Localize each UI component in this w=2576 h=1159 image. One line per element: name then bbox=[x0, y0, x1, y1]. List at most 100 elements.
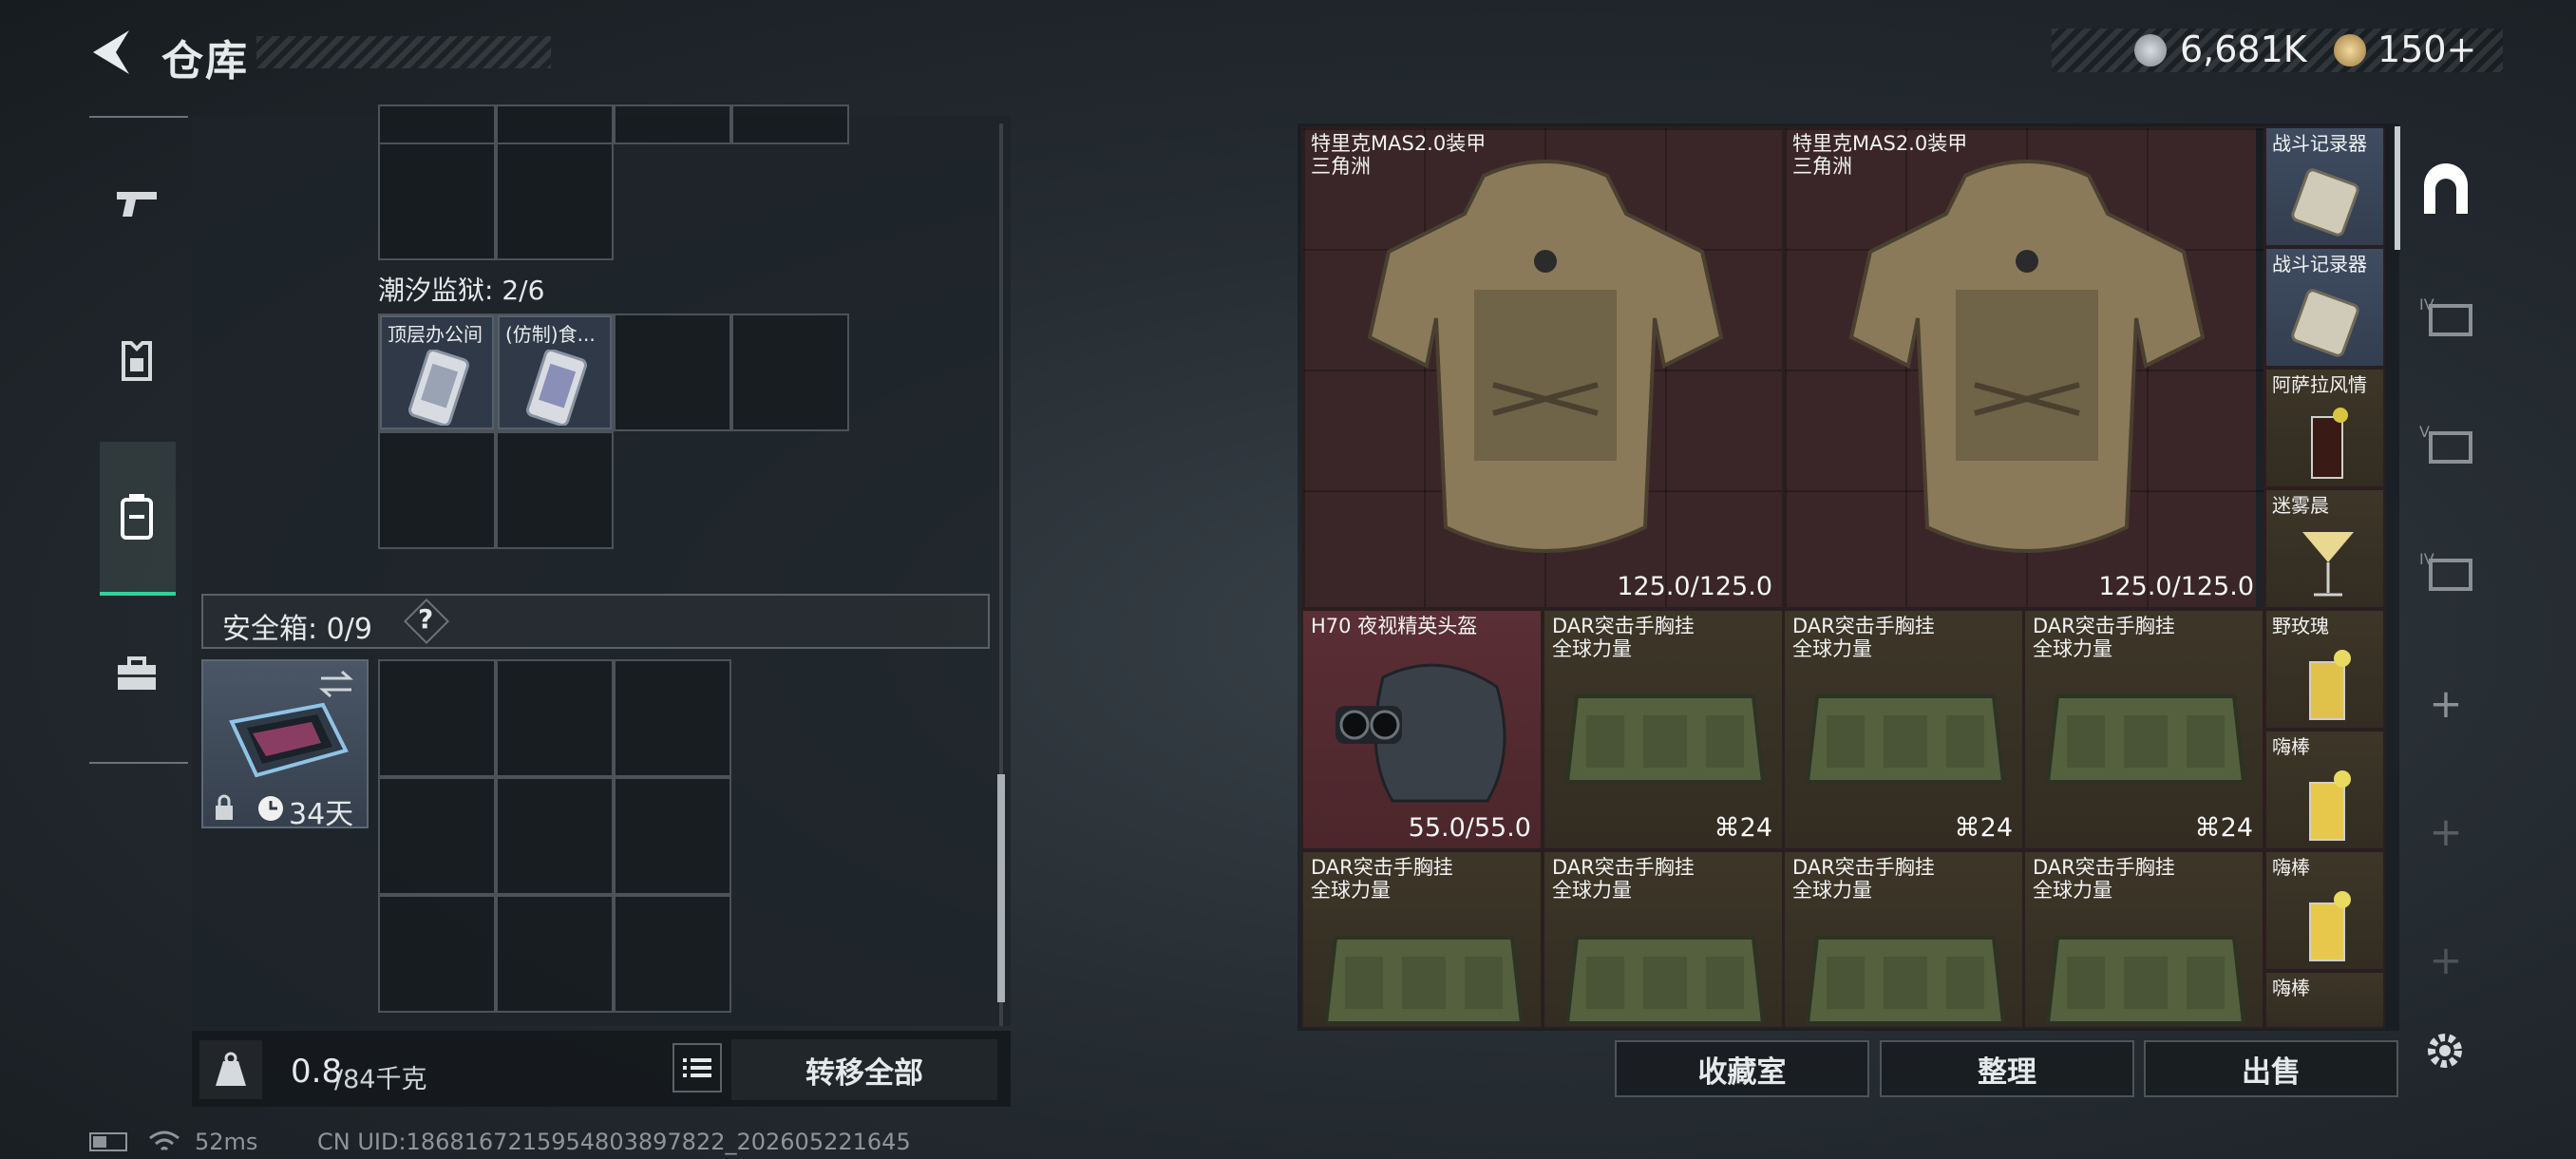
chest-rig-item[interactable]: DAR突击手胸挂 全球力量 ⌘24 bbox=[1783, 609, 2024, 850]
safe-grid-cell[interactable] bbox=[496, 659, 614, 777]
chest-rig-item[interactable]: DAR突击手胸挂 全球力量 bbox=[1783, 850, 2024, 1029]
grid-cell[interactable] bbox=[378, 104, 496, 144]
item-name: 迷雾晨 bbox=[2272, 494, 2329, 517]
sidebar-briefcase[interactable] bbox=[104, 642, 169, 707]
chest-rig-icon bbox=[2045, 936, 2246, 1025]
item-name: 野玫瑰 bbox=[2272, 615, 2329, 637]
chest-rig-item[interactable]: DAR突击手胸挂 全球力量 bbox=[2023, 850, 2264, 1029]
gear-icon bbox=[2428, 1034, 2462, 1068]
safe-grid-cell[interactable] bbox=[614, 659, 731, 777]
drink-item[interactable]: 嗨棒 bbox=[2264, 850, 2385, 971]
grid-cell[interactable] bbox=[731, 314, 849, 431]
grid-cell[interactable] bbox=[496, 104, 614, 144]
armor-item[interactable]: 特里克MAS2.0装甲 三角洲 125.0/125.0 bbox=[1783, 126, 2265, 609]
grid-cell[interactable] bbox=[614, 104, 731, 144]
chest-rig-item[interactable]: DAR突击手胸挂 全球力量 bbox=[1301, 850, 1543, 1029]
gun-icon bbox=[117, 192, 157, 217]
clock-icon bbox=[258, 796, 283, 821]
durability: 125.0/125.0 bbox=[2098, 572, 2254, 601]
settings-button[interactable] bbox=[2420, 1026, 2470, 1075]
item-name: DAR突击手胸挂 bbox=[1792, 615, 1935, 637]
safe-grid-cell[interactable] bbox=[378, 777, 496, 895]
safe-case-icon bbox=[229, 702, 349, 778]
chest-rig-icon bbox=[2045, 694, 2246, 784]
ping-readout: 52ms bbox=[195, 1129, 258, 1155]
gold-balance[interactable]: 150+ bbox=[2377, 28, 2476, 70]
item-name: DAR突击手胸挂 bbox=[2033, 615, 2175, 637]
chest-rig-item[interactable]: DAR突击手胸挂 全球力量 bbox=[1543, 850, 1784, 1029]
sell-button[interactable]: 出售 bbox=[2144, 1040, 2398, 1097]
list-view-button[interactable] bbox=[672, 1043, 722, 1092]
collection-room-button[interactable]: 收藏室 bbox=[1615, 1040, 1869, 1097]
safe-grid-cell[interactable] bbox=[496, 895, 614, 1013]
nav-all-storage[interactable] bbox=[2413, 157, 2479, 223]
item-faction: 全球力量 bbox=[1552, 879, 1632, 902]
add-storage-button[interactable]: + bbox=[2413, 798, 2479, 864]
add-storage-button[interactable]: + bbox=[2413, 926, 2479, 993]
drink-item[interactable]: 嗨棒 bbox=[2264, 730, 2385, 850]
grid-cell[interactable] bbox=[731, 104, 849, 144]
helmet-item[interactable]: H70 夜视精英头盔 55.0/55.0 bbox=[1301, 609, 1543, 850]
safe-grid-cell[interactable] bbox=[614, 777, 731, 895]
lock-icon bbox=[216, 794, 233, 820]
keycard-item[interactable]: 顶层办公间 bbox=[380, 315, 494, 429]
recorder-item[interactable]: 战斗记录器 bbox=[2264, 126, 2385, 247]
storage-arch-icon bbox=[2424, 163, 2468, 214]
sidebar-divider bbox=[89, 762, 188, 764]
chest-rig-item[interactable]: DAR突击手胸挂 全球力量 ⌘24 bbox=[1543, 609, 1784, 850]
add-storage-button[interactable]: + bbox=[2413, 670, 2479, 736]
sidebar-equipment[interactable] bbox=[104, 329, 169, 393]
safe-box-item[interactable]: 34天 bbox=[201, 659, 369, 831]
item-faction: 全球力量 bbox=[2033, 637, 2112, 660]
recorder-icon bbox=[2291, 168, 2359, 237]
item-name: 战斗记录器 bbox=[2272, 132, 2367, 155]
drink-item[interactable]: 阿萨拉风情 bbox=[2264, 368, 2385, 488]
item-name: 阿萨拉风情 bbox=[2272, 373, 2367, 396]
list-icon bbox=[683, 1058, 711, 1077]
title-decoration bbox=[256, 36, 551, 68]
drink-item[interactable]: 嗨棒 bbox=[2264, 971, 2385, 1029]
recorder-item[interactable]: 战斗记录器 bbox=[2264, 247, 2385, 368]
item-name: H70 夜视精英头盔 bbox=[1311, 615, 1478, 637]
safe-grid-cell[interactable] bbox=[378, 659, 496, 777]
keycard-icon bbox=[526, 350, 587, 426]
chest-rig-item[interactable]: DAR突击手胸挂 全球力量 ⌘24 bbox=[2023, 609, 2264, 850]
grid-cell[interactable] bbox=[378, 142, 496, 260]
martini-icon bbox=[2302, 532, 2354, 597]
back-button[interactable] bbox=[87, 27, 135, 78]
safe-grid-cell[interactable] bbox=[496, 777, 614, 895]
grid-cell[interactable] bbox=[496, 142, 614, 260]
armor-item[interactable]: 特里克MAS2.0装甲 三角洲 125.0/125.0 bbox=[1301, 126, 1784, 609]
safe-grid-cell[interactable] bbox=[378, 895, 496, 1013]
inventory-scrollbar[interactable] bbox=[2395, 126, 2400, 250]
weight-capacity: /84千克 bbox=[334, 1065, 427, 1094]
item-name: DAR突击手胸挂 bbox=[2033, 856, 2175, 879]
storage-iv-icon: IV bbox=[2419, 295, 2472, 336]
grid-cell[interactable] bbox=[614, 314, 731, 431]
sidebar-weapons[interactable] bbox=[104, 171, 169, 236]
scrollbar-thumb[interactable] bbox=[997, 774, 1005, 1002]
drink-item[interactable]: 迷雾晨 bbox=[2264, 488, 2385, 609]
transfer-all-button[interactable]: 转移全部 bbox=[731, 1039, 997, 1100]
safe-box-timer: 34天 bbox=[289, 798, 354, 831]
storage-iv-icon: IV bbox=[2419, 550, 2472, 591]
sidebar-storage[interactable] bbox=[104, 484, 169, 549]
briefcase-icon bbox=[118, 656, 156, 690]
drink-item[interactable]: 野玫瑰 bbox=[2264, 609, 2385, 730]
nav-storage-5[interactable]: V bbox=[2413, 410, 2479, 477]
item-count: ⌘24 bbox=[1714, 813, 1772, 843]
body-armor-icon bbox=[1848, 160, 2206, 553]
item-faction: 全球力量 bbox=[1792, 637, 1872, 660]
cocktail-dark-icon bbox=[2311, 408, 2348, 479]
grid-cell[interactable] bbox=[496, 431, 614, 549]
item-name: 嗨棒 bbox=[2272, 735, 2310, 758]
nav-storage-4b[interactable]: IV bbox=[2413, 538, 2479, 604]
durability: 55.0/55.0 bbox=[1408, 813, 1531, 843]
keycard-item[interactable]: (仿制)食... bbox=[498, 315, 612, 429]
safe-grid-cell[interactable] bbox=[614, 895, 731, 1013]
item-faction: 全球力量 bbox=[2033, 879, 2112, 902]
grid-cell[interactable] bbox=[378, 431, 496, 549]
nav-storage-4[interactable]: IV bbox=[2413, 283, 2479, 350]
organize-button[interactable]: 整理 bbox=[1880, 1040, 2134, 1097]
item-name: 嗨棒 bbox=[2272, 977, 2310, 999]
